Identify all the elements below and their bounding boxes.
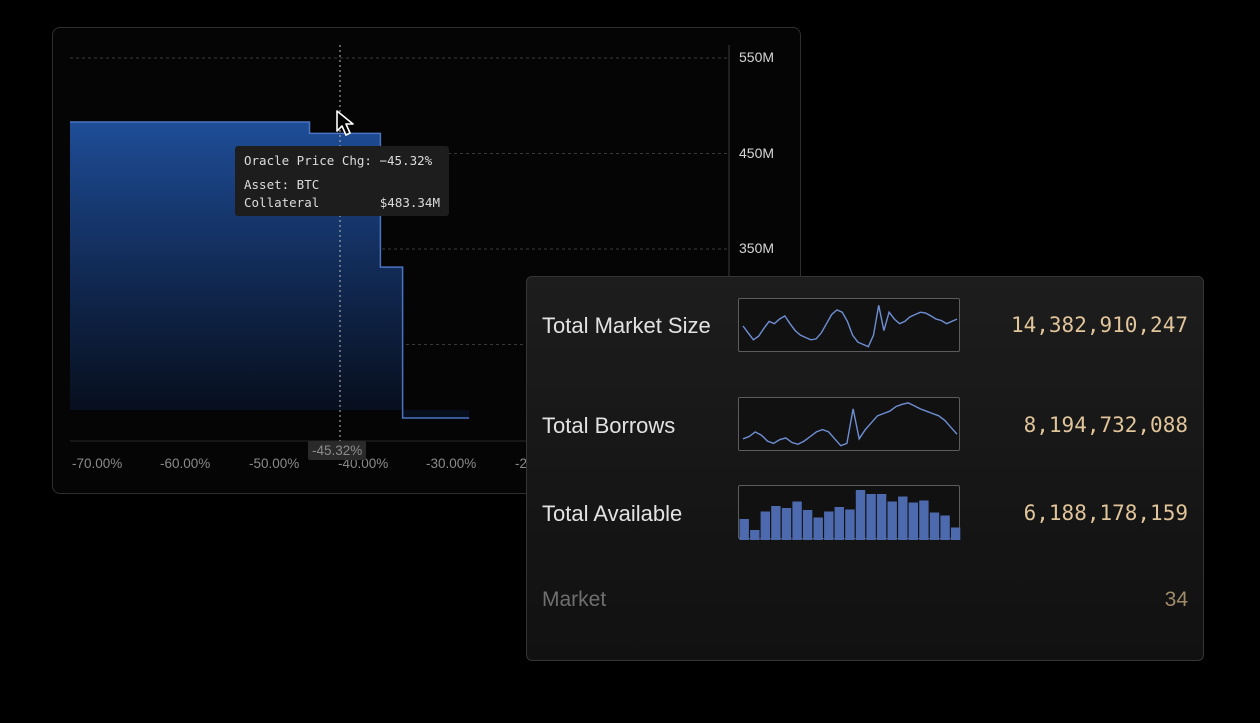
total-borrows-label: Total Borrows (542, 413, 676, 438)
available-bar (781, 508, 792, 540)
available-bar (866, 494, 876, 540)
total-market-size-value: 14,382,910,247 (1010, 313, 1188, 337)
hover-x-label: -45.32% (308, 441, 367, 460)
market-label: Market (542, 588, 607, 611)
chart-tooltip: Oracle Price Chg: −45.32% Asset: BTC Col… (235, 146, 449, 216)
available-bar (876, 494, 887, 540)
x-tick-70: -70.00% (72, 456, 123, 471)
available-bar (898, 496, 908, 540)
available-bar (813, 517, 823, 540)
available-bar (845, 509, 855, 540)
tooltip-collateral-value: $483.34M (379, 195, 440, 210)
available-bar (792, 501, 802, 540)
mouse-pointer-icon (336, 110, 354, 136)
x-tick-30: -30.00% (426, 456, 477, 471)
market-count: 34 (1164, 588, 1188, 611)
available-bar (739, 519, 749, 540)
total-available-label: Total Available (542, 501, 683, 526)
available-bar (950, 527, 961, 540)
x-tick-60: -60.00% (160, 456, 211, 471)
tooltip-title: Oracle Price Chg: −45.32% (244, 153, 433, 168)
available-bar (929, 512, 940, 540)
x-tick-50: -50.00% (249, 456, 300, 471)
y-tick-350m: 350M (739, 240, 775, 256)
available-bar (834, 507, 844, 540)
market-stats-card: Total Market Size 14,382,910,247 Total B… (526, 276, 1204, 661)
available-bar (940, 515, 950, 540)
total-borrows-value: 8,194,732,088 (1023, 413, 1188, 437)
tooltip-asset: Asset: BTC (244, 177, 320, 192)
market-size-sparkline[interactable] (738, 298, 960, 352)
tooltip-collateral-label: Collateral (244, 195, 320, 210)
available-bar (750, 530, 760, 540)
available-bar-sparkline[interactable] (738, 485, 961, 540)
available-bar (908, 502, 918, 540)
borrows-sparkline[interactable] (738, 397, 960, 451)
available-bar (771, 506, 781, 540)
available-bar (855, 490, 866, 540)
total-available-value: 6,188,178,159 (1023, 501, 1188, 525)
available-bar (802, 510, 813, 540)
y-tick-550m: 550M (739, 49, 775, 65)
available-bar (919, 500, 929, 540)
available-bar (824, 511, 834, 540)
available-bar (760, 511, 770, 540)
y-tick-450m: 450M (739, 145, 775, 161)
total-market-size-label: Total Market Size (542, 313, 711, 338)
available-bar (887, 501, 897, 540)
